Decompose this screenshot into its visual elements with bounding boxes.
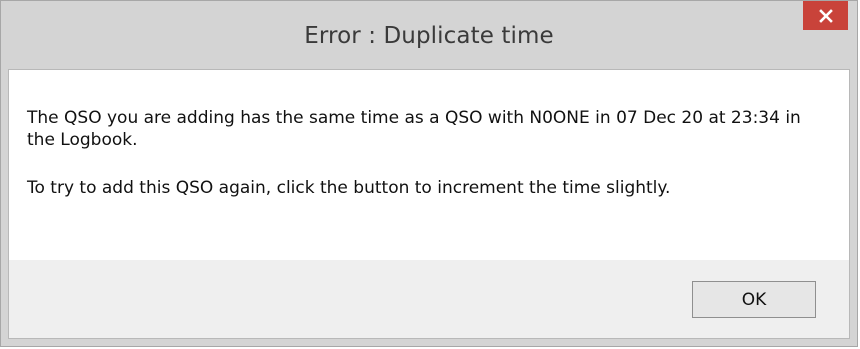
window-title: Error : Duplicate time: [304, 23, 554, 49]
button-bar: OK: [9, 260, 849, 338]
title-bar[interactable]: Error : Duplicate time: [1, 1, 857, 69]
ok-button[interactable]: OK: [692, 281, 816, 318]
error-dialog-window: Error : Duplicate time The QSO you are a…: [0, 0, 858, 347]
message-line-1: The QSO you are adding has the same time…: [27, 108, 801, 150]
dialog-content: The QSO you are adding has the same time…: [8, 69, 850, 339]
error-message: The QSO you are adding has the same time…: [27, 107, 827, 199]
close-button[interactable]: [803, 1, 848, 30]
message-line-2: To try to add this QSO again, click the …: [27, 178, 671, 198]
close-icon: [818, 8, 833, 23]
